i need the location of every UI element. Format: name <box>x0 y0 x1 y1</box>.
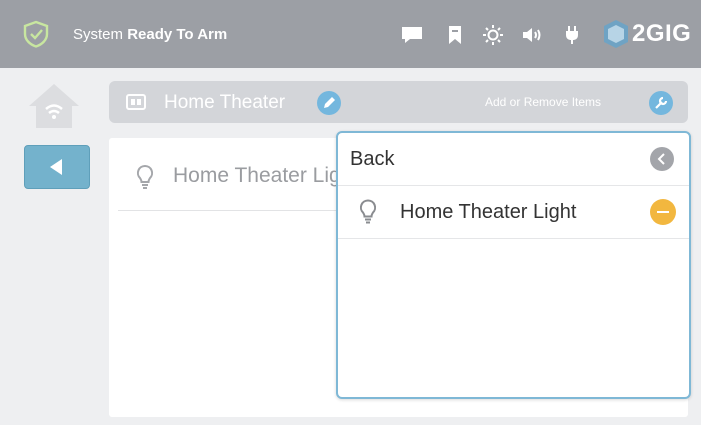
pencil-icon <box>324 97 335 108</box>
add-remove-items-label[interactable]: Add or Remove Items <box>485 95 601 109</box>
theater-icon <box>126 94 146 110</box>
remove-item-button[interactable] <box>650 199 676 225</box>
add-remove-popup: Back Home Theater Light <box>336 131 691 399</box>
system-status-text: System Ready To Arm <box>73 26 228 43</box>
brightness-icon[interactable] <box>481 24 505 46</box>
light-bulb-icon <box>359 199 377 224</box>
wrench-icon <box>655 96 668 109</box>
list-item-label: Home Theater Light <box>173 164 359 187</box>
popup-back-row[interactable]: Back <box>338 133 689 186</box>
room-header: Home Theater Add or Remove Items <box>109 81 688 123</box>
brand-logo-text: 2GIG <box>632 20 692 47</box>
edit-room-button[interactable] <box>317 91 341 115</box>
popup-list-item[interactable]: Home Theater Light <box>338 186 689 239</box>
home-wifi-icon[interactable] <box>27 82 81 130</box>
volume-icon[interactable] <box>520 24 544 46</box>
left-arrow-icon <box>50 159 62 175</box>
light-bulb-icon <box>136 164 154 189</box>
popup-back-label: Back <box>350 148 395 170</box>
shield-check-icon[interactable] <box>22 20 50 48</box>
power-plug-icon[interactable] <box>560 24 584 46</box>
chevron-left-icon <box>657 153 665 165</box>
popup-back-button[interactable] <box>650 147 674 171</box>
back-arrow-button[interactable] <box>24 145 90 189</box>
bookmark-icon[interactable] <box>443 24 467 46</box>
message-icon[interactable] <box>400 24 424 46</box>
popup-item-label: Home Theater Light <box>400 201 577 223</box>
status-bar: System Ready To Arm 2GIG <box>0 0 701 68</box>
room-title: Home Theater <box>164 92 286 113</box>
add-remove-items-button[interactable] <box>649 91 673 115</box>
